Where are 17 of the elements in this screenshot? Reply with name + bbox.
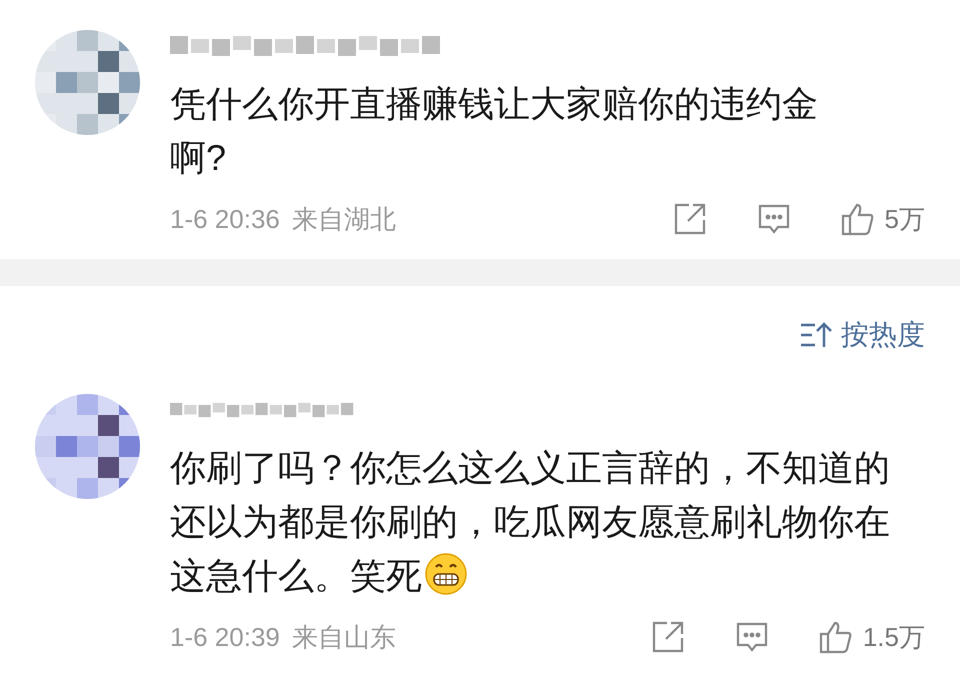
comment-text: 你刷了吗？你怎么这么义正言辞的，不知道的 还以为都是你刷的，吃瓜网友愿意刷礼物你在 这急什么。笑死 xyxy=(170,446,891,598)
comment-location: 来自湖北 xyxy=(292,202,396,236)
grin-emoji-icon xyxy=(424,552,468,596)
share-icon[interactable] xyxy=(672,202,707,236)
comment-icon[interactable] xyxy=(756,202,791,236)
thumbs-up-icon[interactable] xyxy=(840,202,875,236)
comment-text: 凭什么你开直播赚钱让大家赔你的违约金 啊? xyxy=(170,82,819,180)
thumbs-up-icon[interactable] xyxy=(818,620,853,654)
like-count: 1.5万 xyxy=(862,620,925,654)
sort-icon xyxy=(799,320,833,350)
comment-time: 1-6 20:36 xyxy=(170,204,280,234)
comment-location: 来自山东 xyxy=(292,620,396,654)
share-icon[interactable] xyxy=(650,620,685,654)
sort-button[interactable]: 按热度 xyxy=(799,316,925,354)
like-count: 5万 xyxy=(884,202,925,236)
comment-icon[interactable] xyxy=(734,620,769,654)
comment-time: 1-6 20:39 xyxy=(170,622,280,652)
